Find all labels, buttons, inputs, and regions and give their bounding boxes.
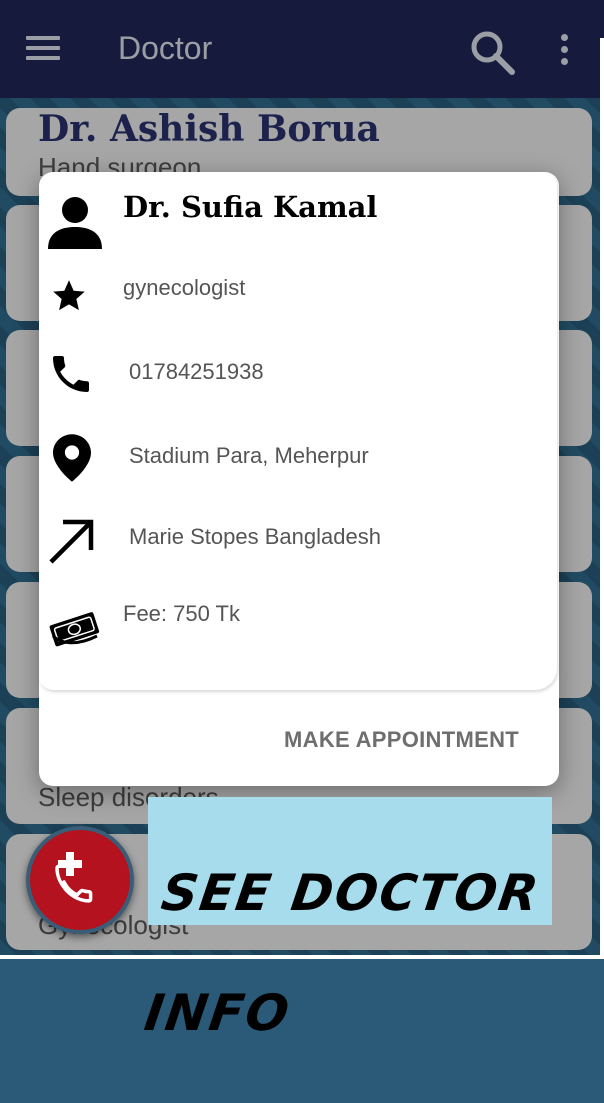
doctor-info-dialog: Dr. Sufia Kamal gynecologist 01784251938…: [39, 172, 559, 786]
banner-text: SEE DOCTOR INFO: [126, 797, 553, 1103]
emergency-call-icon: [55, 852, 93, 903]
arrow-up-right-icon: [49, 519, 94, 564]
screen-edge: [0, 955, 604, 959]
star-icon: [53, 280, 85, 311]
emergency-call-button[interactable]: [26, 826, 134, 934]
promo-banner: SEE DOCTOR INFO: [141, 797, 552, 1042]
dialog-location: Stadium Para, Meherpur: [129, 443, 369, 468]
make-appointment-button[interactable]: MAKE APPOINTMENT: [284, 727, 519, 753]
dialog-doctor-name: Dr. Sufia Kamal: [123, 190, 378, 224]
phone-icon: [53, 356, 89, 392]
dialog-phone[interactable]: 01784251938: [129, 359, 264, 385]
dialog-fee: Fee: 750 Tk: [123, 601, 240, 626]
banner-line-1: SEE DOCTOR: [157, 864, 544, 922]
dialog-organization: Marie Stopes Bangladesh: [129, 524, 381, 549]
money-icon: [49, 612, 100, 647]
screen-edge: [600, 38, 604, 959]
dialog-specialty: gynecologist: [123, 275, 246, 300]
person-icon: [48, 197, 102, 249]
dialog-content: Dr. Sufia Kamal gynecologist 01784251938…: [39, 172, 557, 690]
location-pin-icon: [53, 434, 91, 482]
banner-line-2: INFO: [141, 984, 295, 1042]
